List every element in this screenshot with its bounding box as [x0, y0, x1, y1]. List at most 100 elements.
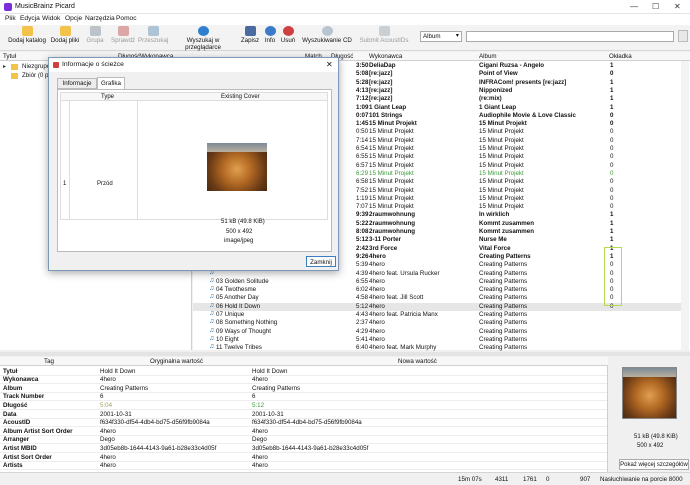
- original-value: Hold It Down: [100, 367, 136, 375]
- row-length: 6:55: [356, 277, 369, 285]
- track-title: 10 Eight: [216, 335, 239, 343]
- artwork-panel: Type Existing Cover 1 Przód 51 kB (49.8 …: [57, 89, 332, 252]
- submit-acoustid-button[interactable]: Submit AcoustIDs: [358, 26, 410, 50]
- row-length: 3:50: [356, 62, 369, 69]
- info-button[interactable]: Info: [262, 26, 278, 50]
- browser-lookup-button[interactable]: Wyszukaj w przeglądarce: [170, 26, 236, 51]
- row-length: 7:07: [356, 203, 369, 211]
- row-album: Creating Patterns: [479, 327, 528, 335]
- row-artist: 4hero feat. Ursula Rucker: [369, 269, 440, 277]
- row-cover: 0: [610, 120, 614, 128]
- minimize-icon[interactable]: —: [630, 2, 638, 11]
- row-artist: 4hero: [369, 261, 385, 269]
- metadata-row[interactable]: Wykonawca 4hero 4hero: [0, 376, 607, 385]
- cover-image[interactable]: [207, 143, 267, 191]
- col-original-value[interactable]: Oryginalna wartość: [150, 358, 203, 365]
- close-icon[interactable]: ✕: [326, 60, 333, 69]
- row-album: Creating Patterns: [479, 286, 528, 294]
- metadata-row[interactable]: AcoustID f634f330-df54-4db4-bd75-d56f9fb9…: [0, 419, 607, 428]
- row-album: Audiophile Movie & Love Classic: [479, 111, 576, 119]
- row-album: 15 Minut Projekt: [479, 169, 524, 177]
- row-album: (re:mix): [479, 95, 502, 103]
- metadata-row[interactable]: Album Artist Sort Order 4hero 4hero: [0, 427, 607, 436]
- tag-name: Arranger: [3, 436, 30, 444]
- metadata-row[interactable]: Artist Sort Order 4hero 4hero: [0, 453, 607, 462]
- dialog-title: Informacje o ścieżce: [62, 61, 124, 68]
- col-new-value[interactable]: Nowa wartość: [398, 358, 437, 365]
- col-tag[interactable]: Tag: [44, 358, 54, 365]
- row-cover: 0: [610, 194, 614, 202]
- row-album: 15 Minut Projekt: [479, 178, 524, 186]
- col-cover[interactable]: Okładka: [609, 53, 632, 60]
- menu-tools[interactable]: Narzędzia: [85, 15, 115, 22]
- menu-help[interactable]: Pomoc: [116, 15, 137, 22]
- col-existing-cover: Existing Cover: [221, 93, 260, 100]
- globe-icon: [197, 26, 209, 36]
- tab-artwork[interactable]: Grafika: [97, 77, 125, 89]
- music-note-icon: ♫: [209, 276, 215, 284]
- col-artist[interactable]: Wykonawca: [369, 53, 402, 60]
- track-row[interactable]: ♫ 09 Ways of Thought 4:29 4hero Creating Pat…: [193, 327, 681, 336]
- scan-button[interactable]: Przeszukaj: [138, 26, 168, 50]
- metadata-row[interactable]: Album Creating Patterns Creating Patterns: [0, 384, 607, 393]
- folder-icon: [21, 26, 33, 36]
- row-album: Creating Patterns: [479, 252, 531, 260]
- col-type: Type: [101, 93, 115, 100]
- metadata-row[interactable]: Tytuł Hold It Down Hold It Down: [0, 367, 607, 376]
- search-button[interactable]: [678, 30, 688, 42]
- row-artist: 15 Minut Projekt: [369, 194, 414, 202]
- close-icon[interactable]: ✕: [674, 2, 681, 11]
- track-row[interactable]: ♫ 08 Something Nothing 2:37 4hero Creating P…: [193, 318, 681, 327]
- search-type-value: Album: [423, 33, 441, 40]
- metadata-row[interactable]: Długość 5:04 5:12: [0, 401, 607, 410]
- show-details-button[interactable]: Pokaż więcej szczegółów: [619, 459, 689, 470]
- new-value: Hold It Down: [252, 367, 288, 375]
- menu-file[interactable]: Plik: [5, 15, 16, 22]
- row-album: 15 Minut Projekt: [479, 194, 524, 202]
- scrollbar[interactable]: [681, 61, 689, 350]
- row-length: 2:37: [356, 319, 369, 327]
- menu-options[interactable]: Opcje: [65, 15, 82, 22]
- picard-logo-icon: [4, 3, 12, 11]
- add-files-button[interactable]: Dodaj pliki: [48, 26, 82, 50]
- track-title: 11 Twelve Tribes: [216, 344, 262, 352]
- close-button[interactable]: Zamknij: [306, 256, 336, 267]
- col-title[interactable]: Tytuł: [3, 53, 16, 60]
- track-title: 05 Another Day: [216, 294, 259, 302]
- tab-info[interactable]: Informacje: [57, 78, 97, 89]
- lookup-button[interactable]: Sprawdź: [110, 26, 136, 50]
- metadata-row[interactable]: Arranger Dego Dego: [0, 436, 607, 445]
- menu-edit[interactable]: Edycja: [20, 15, 40, 22]
- metadata-row[interactable]: Artists 4hero 4hero: [0, 462, 607, 471]
- metadata-row[interactable]: Track Number 6 6: [0, 393, 607, 402]
- info-label: Info: [264, 37, 276, 44]
- splitter[interactable]: [0, 352, 690, 356]
- track-row[interactable]: ♫ 10 Eight 5:41 4hero Creating Patterns: [193, 335, 681, 344]
- status-files: 4311: [495, 476, 509, 483]
- search-type-select[interactable]: Album ▾: [420, 31, 462, 42]
- row-album: 15 Minut Projekt: [479, 161, 524, 169]
- cd-lookup-button[interactable]: Wyszukiwanie CD: [302, 26, 352, 50]
- track-row[interactable]: ♫ 07 Unique 4:43 4hero feat. Patricia Manx C…: [193, 310, 681, 319]
- remove-button[interactable]: Usuń: [280, 26, 296, 50]
- row-artist: 1 Giant Leap: [369, 103, 407, 111]
- cluster-button[interactable]: Grupa: [84, 26, 106, 50]
- original-value: 3d05eb8b-1644-4143-9a61-b28e33c4d05f: [100, 444, 217, 452]
- metadata-row[interactable]: Artist MBID 3d05eb8b-1644-4143-9a61-b28e3…: [0, 444, 607, 453]
- col-album[interactable]: Album: [479, 53, 497, 60]
- track-title: 08 Something Nothing: [216, 319, 278, 327]
- cluster-label: Grupa: [86, 37, 104, 44]
- music-note-icon: ♫: [209, 310, 215, 317]
- track-title: 07 Unique: [216, 311, 245, 318]
- add-folder-button[interactable]: Dodaj katalog: [6, 26, 48, 50]
- metadata-row[interactable]: Data 2001-10-31 2001-10-31: [0, 410, 607, 419]
- save-button[interactable]: Zapisz: [240, 26, 260, 50]
- maximize-icon[interactable]: ☐: [652, 2, 659, 11]
- file-add-icon: [59, 26, 71, 36]
- new-value: 2001-10-31: [252, 410, 284, 418]
- cover-thumbnail[interactable]: [622, 367, 677, 419]
- row-cover: 0: [610, 161, 614, 169]
- save-label: Zapisz: [240, 37, 260, 44]
- menu-view[interactable]: Widok: [42, 15, 60, 22]
- search-input[interactable]: [466, 31, 674, 42]
